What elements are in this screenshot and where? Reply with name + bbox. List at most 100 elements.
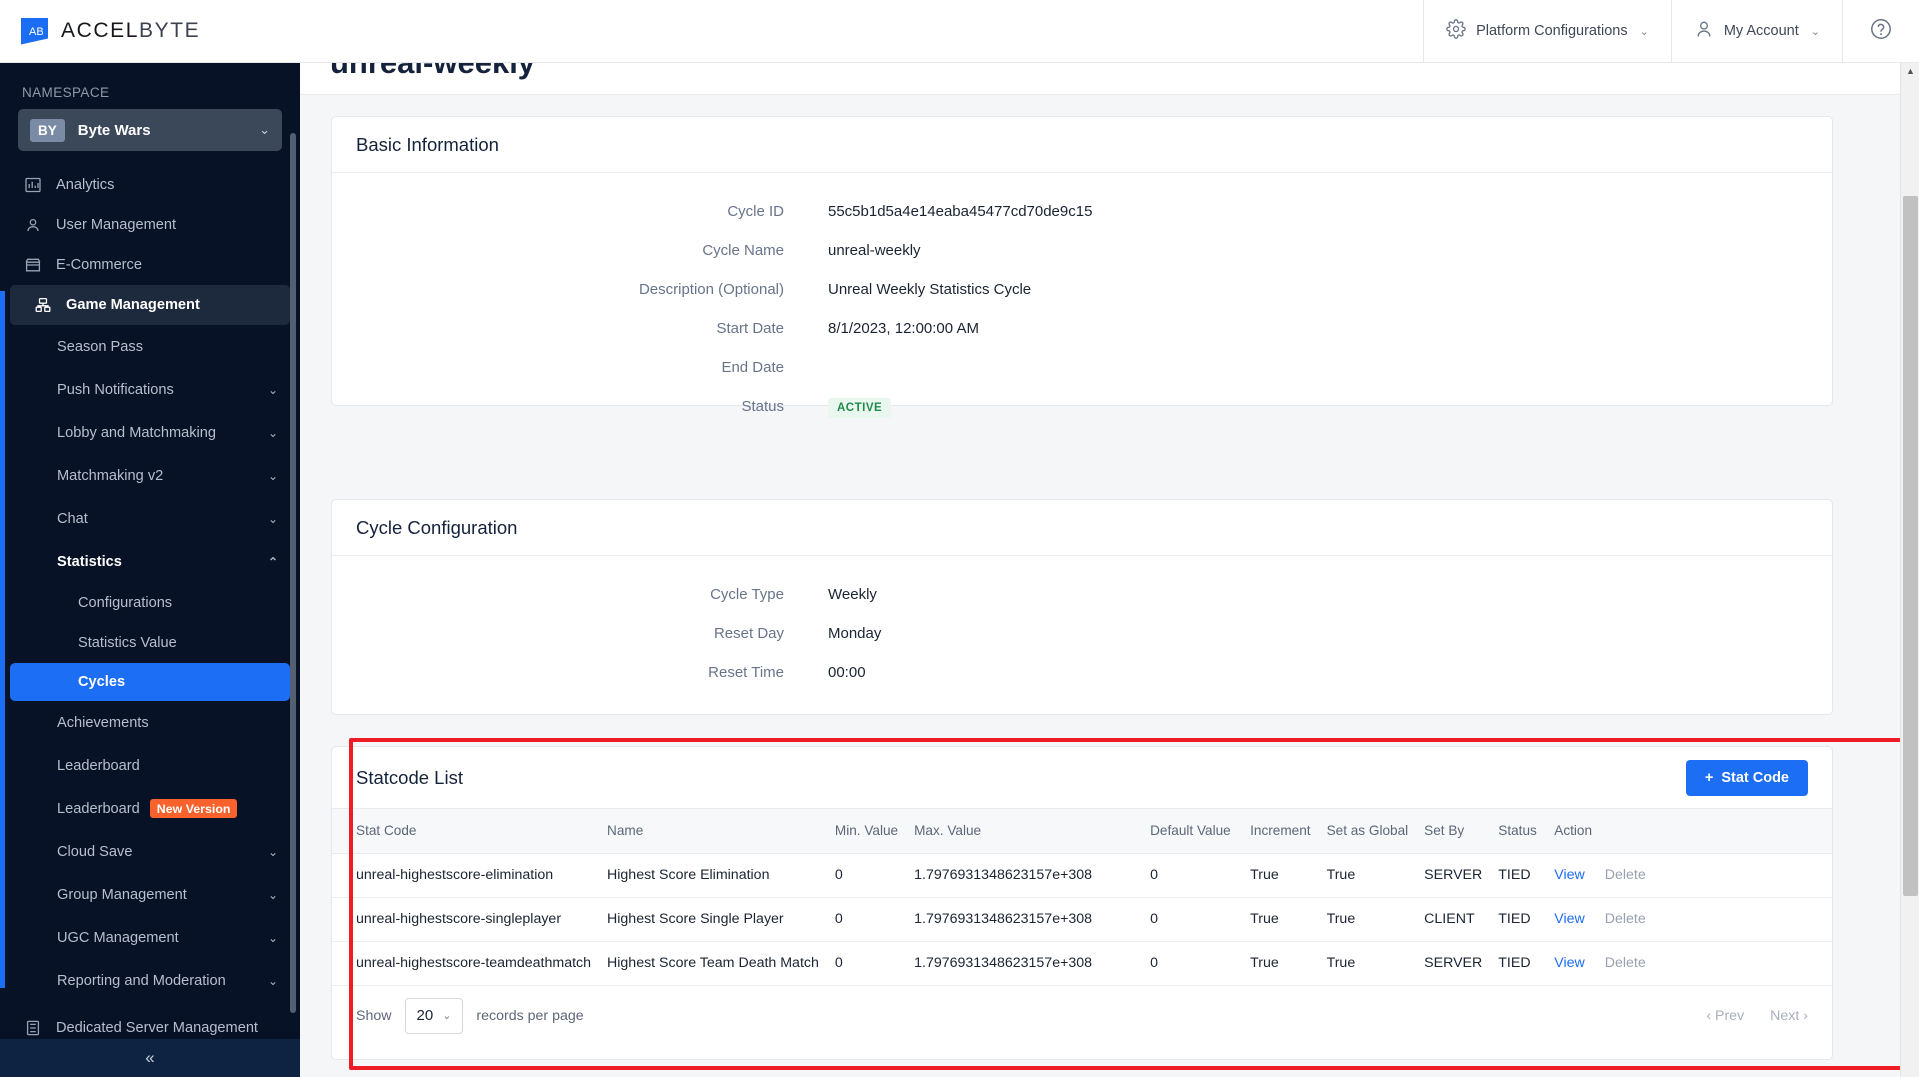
column-increment[interactable]: Increment: [1242, 809, 1319, 854]
cell-min-value: 0: [826, 941, 907, 986]
sidebar-item-label: Group Management: [57, 886, 187, 903]
sidebar-collapse-button[interactable]: «: [0, 1039, 300, 1077]
cell-action: View Delete: [1546, 853, 1832, 898]
chevron-down-icon: ⌄: [442, 1010, 452, 1022]
field-label: Reset Time: [708, 664, 784, 681]
sidebar-item-statistics[interactable]: Statistics ⌃: [0, 540, 300, 583]
cell-max-value: 1.7976931348623157e+308: [906, 941, 1143, 986]
namespace-selector[interactable]: BY Byte Wars ⌄: [18, 109, 282, 151]
add-stat-code-button[interactable]: + Stat Code: [1685, 759, 1808, 796]
card-title: Statcode List: [356, 766, 463, 788]
cell-stat-code: unreal-highestscore-elimination: [332, 853, 600, 898]
sidebar-item-cloud-save[interactable]: Cloud Save ⌄: [0, 830, 300, 873]
sidebar-item-label: Leaderboard: [57, 757, 140, 774]
sidebar-item-season-pass[interactable]: Season Pass: [0, 325, 300, 368]
sidebar-item-lobby-and-matchmaking[interactable]: Lobby and Matchmaking ⌄: [0, 411, 300, 454]
field-value: Monday: [828, 625, 882, 642]
chevron-down-icon: ⌄: [267, 382, 278, 397]
sidebar-item-group-management[interactable]: Group Management ⌄: [0, 873, 300, 916]
column-min-value[interactable]: Min. Value: [826, 809, 907, 854]
cell-set-by: CLIENT: [1416, 897, 1491, 942]
my-account-menu[interactable]: My Account ⌄: [1670, 0, 1842, 63]
chevron-down-icon: ⌄: [1639, 25, 1649, 38]
browser-vertical-scrollbar[interactable]: ▲: [1900, 63, 1919, 1077]
pagination-controls: ‹ Prev Next ›: [1706, 1008, 1808, 1024]
page-title: unreal-weekly: [330, 63, 535, 81]
sidebar-scrollbar[interactable]: [290, 133, 296, 1013]
sidebar-item-game-management[interactable]: Game Management: [10, 285, 290, 325]
sidebar-item-e-commerce[interactable]: E-Commerce: [0, 245, 300, 285]
sidebar-item-achievements[interactable]: Achievements: [0, 701, 300, 744]
cell-max-value: 1.7976931348623157e+308: [906, 853, 1143, 898]
cell-set-by: SERVER: [1416, 853, 1491, 898]
user-icon: [22, 217, 43, 233]
column-stat-code[interactable]: Stat Code: [332, 809, 600, 854]
platform-configurations-label: Platform Configurations: [1476, 23, 1628, 39]
prev-page-button[interactable]: ‹ Prev: [1706, 1008, 1744, 1024]
delete-link[interactable]: Delete: [1605, 955, 1646, 971]
delete-link[interactable]: Delete: [1605, 911, 1646, 927]
view-link[interactable]: View: [1554, 911, 1585, 927]
basic-information-header: Basic Information: [332, 117, 1832, 173]
sidebar-item-reporting-and-moderation[interactable]: Reporting and Moderation ⌄: [0, 959, 300, 1002]
sidebar-item-leaderboard-new-version[interactable]: Leaderboard New Version: [0, 787, 300, 830]
sidebar-item-cycles[interactable]: Cycles: [10, 663, 290, 701]
brand-name: ACCELBYTE: [61, 19, 200, 43]
sidebar-item-label: Cloud Save: [57, 843, 133, 860]
sidebar-item-leaderboard[interactable]: Leaderboard: [0, 744, 300, 787]
cell-set-by: SERVER: [1416, 941, 1491, 986]
sidebar-item-chat[interactable]: Chat ⌄: [0, 497, 300, 540]
sidebar-item-configurations[interactable]: Configurations: [0, 583, 300, 623]
main-content: unreal-weekly Basic Information Cycle ID…: [300, 63, 1900, 1077]
chevron-down-icon: ⌄: [267, 511, 278, 526]
cell-name: Highest Score Team Death Match: [599, 941, 827, 986]
field-end-date: End Date: [332, 359, 1832, 376]
sidebar-item-label: Achievements: [57, 714, 149, 731]
column-set-as-global[interactable]: Set as Global: [1318, 809, 1417, 854]
column-max-value[interactable]: Max. Value: [906, 809, 1143, 854]
scrollbar-thumb[interactable]: [1903, 196, 1918, 896]
double-chevron-left-icon: «: [145, 1048, 155, 1067]
cell-set-as-global: True: [1318, 941, 1417, 986]
field-label: Cycle Name: [702, 242, 784, 259]
page-size-select[interactable]: 20 ⌄: [404, 997, 464, 1034]
cell-status: TIED: [1490, 941, 1547, 986]
column-status[interactable]: Status: [1490, 809, 1547, 854]
sidebar-item-label: Matchmaking v2: [57, 467, 164, 484]
chevron-down-icon: ⌄: [1810, 25, 1820, 38]
brand-logo[interactable]: AB ACCELBYTE: [0, 17, 200, 45]
field-value: 55c5b1d5a4e14eaba45477cd70de9c15: [828, 203, 1093, 220]
page-size-value: 20: [416, 1007, 434, 1024]
next-page-button[interactable]: Next ›: [1770, 1008, 1808, 1024]
chevron-down-icon: ⌄: [267, 425, 278, 440]
new-version-badge: New Version: [149, 799, 238, 818]
sidebar-item-matchmaking-v2[interactable]: Matchmaking v2 ⌄: [0, 454, 300, 497]
help-button[interactable]: [1842, 0, 1919, 63]
gear-icon: [1446, 19, 1466, 43]
field-value: Unreal Weekly Statistics Cycle: [828, 281, 1032, 298]
column-name[interactable]: Name: [599, 809, 827, 854]
sidebar-item-analytics[interactable]: Analytics: [0, 165, 300, 205]
cell-increment: True: [1242, 853, 1319, 898]
view-link[interactable]: View: [1554, 955, 1585, 971]
sidebar-item-user-management[interactable]: User Management: [0, 205, 300, 245]
column-default-value[interactable]: Default Value: [1142, 809, 1243, 854]
sidebar-item-ugc-management[interactable]: UGC Management ⌄: [0, 916, 300, 959]
table-row: unreal-highestscore-elimination Highest …: [332, 853, 1832, 898]
cell-increment: True: [1242, 897, 1319, 942]
sidebar-item-statistics-value[interactable]: Statistics Value: [0, 623, 300, 663]
sidebar-item-push-notifications[interactable]: Push Notifications ⌄: [0, 368, 300, 411]
chevron-down-icon: ⌄: [267, 973, 278, 988]
sidebar-item-label: Cycles: [78, 674, 126, 690]
sidebar-item-label: Game Management: [66, 297, 200, 313]
sidebar-item-label: Configurations: [78, 595, 173, 611]
field-value: unreal-weekly: [828, 242, 921, 259]
scroll-up-arrow-icon[interactable]: ▲: [1901, 66, 1919, 76]
field-label: Status: [741, 398, 784, 415]
view-link[interactable]: View: [1554, 867, 1585, 883]
delete-link[interactable]: Delete: [1605, 867, 1646, 883]
chevron-down-icon: ⌄: [267, 844, 278, 859]
namespace-badge: BY: [30, 118, 65, 142]
platform-configurations-menu[interactable]: Platform Configurations ⌄: [1423, 0, 1671, 63]
column-set-by[interactable]: Set By: [1416, 809, 1491, 854]
